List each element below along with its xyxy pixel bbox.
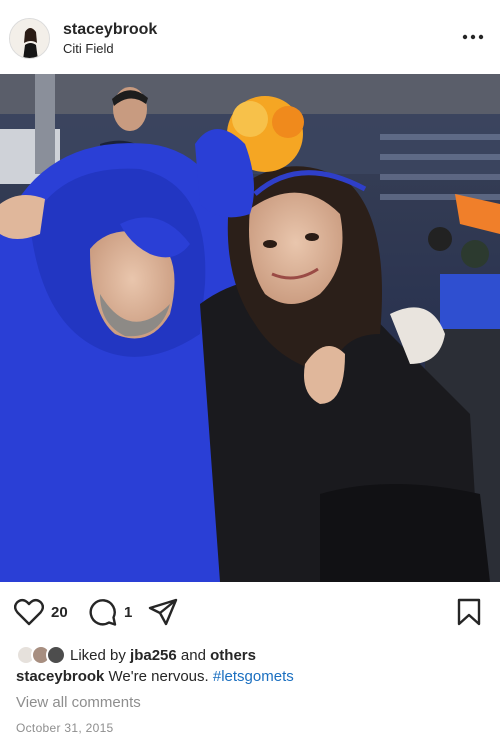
post-date: October 31, 2015 — [16, 721, 114, 735]
liked-by-user[interactable]: jba256 — [130, 647, 177, 664]
comment-count[interactable]: 1 — [124, 604, 132, 621]
view-all-comments-link[interactable]: View all comments — [16, 694, 141, 711]
more-options-icon[interactable] — [462, 26, 484, 48]
like-count[interactable]: 20 — [51, 604, 68, 621]
post-caption: staceybrook We're nervous. #letsgomets — [16, 668, 294, 685]
caption-hashtag[interactable]: #letsgomets — [213, 668, 294, 685]
liker-avatar[interactable] — [46, 645, 66, 665]
comment-icon[interactable] — [89, 598, 117, 631]
liked-by-others[interactable]: others — [210, 647, 256, 664]
share-icon[interactable] — [148, 598, 178, 631]
post-username[interactable]: staceybrook — [63, 21, 157, 39]
bookmark-icon[interactable] — [456, 598, 482, 631]
action-bar: 20 1 — [0, 582, 500, 642]
user-avatar[interactable] — [9, 18, 50, 59]
liked-by-and: and — [180, 647, 206, 664]
post-header: staceybrook Citi Field — [0, 0, 500, 74]
caption-text: We're nervous. — [108, 668, 209, 685]
liked-by-prefix: Liked by — [70, 647, 126, 664]
post-photo[interactable] — [0, 74, 500, 582]
liked-by-row: Liked by jba256 and others — [16, 645, 486, 667]
heart-icon[interactable] — [13, 598, 45, 631]
caption-username[interactable]: staceybrook — [16, 668, 104, 685]
post-location[interactable]: Citi Field — [63, 41, 114, 56]
liked-by-text: Liked by jba256 and others — [70, 647, 256, 664]
